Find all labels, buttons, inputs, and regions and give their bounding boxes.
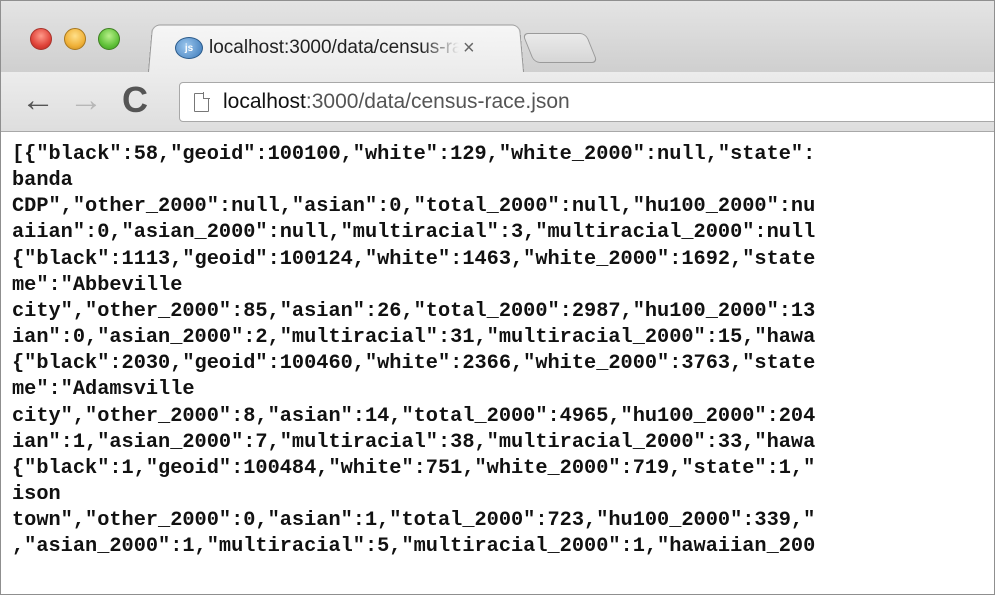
minimize-window-button[interactable] — [64, 28, 86, 50]
json-line: {"black":1113,"geoid":100124,"white":146… — [12, 247, 816, 271]
json-text: [{"black":58,"geoid":100100,"white":129,… — [1, 132, 994, 561]
forward-arrow-icon[interactable]: → — [67, 78, 105, 122]
json-line: town","other_2000":0,"asian":1,"total_20… — [12, 509, 816, 533]
url-host: localhost — [223, 90, 306, 113]
tab-strip: js localhost:3000/data/census-race.json … — [1, 1, 994, 72]
json-line: ian":0,"asian_2000":2,"multiracial":31,"… — [12, 326, 816, 350]
json-line: [{"black":58,"geoid":100100,"white":129,… — [12, 143, 816, 166]
back-arrow-icon[interactable]: ← — [19, 78, 57, 122]
url-path: :3000/data/census-race.json — [305, 90, 570, 113]
json-line: me":"Abbeville — [12, 273, 183, 297]
json-line: me":"Adamsville — [12, 378, 195, 402]
close-window-button[interactable] — [30, 28, 52, 50]
toolbar: ← → C localhost:3000/data/census-race.js… — [1, 72, 994, 132]
address-bar[interactable]: localhost:3000/data/census-race.json — [179, 82, 994, 122]
json-line: ian":1,"asian_2000":7,"multiracial":38,"… — [12, 430, 816, 454]
json-line: {"black":1,"geoid":100484,"white":751,"w… — [12, 456, 816, 480]
url-text[interactable]: localhost:3000/data/census-race.json — [223, 90, 570, 114]
json-line: city","other_2000":8,"asian":14,"total_2… — [12, 404, 816, 428]
zoom-window-button[interactable] — [98, 28, 120, 50]
json-line: CDP","other_2000":null,"asian":0,"total_… — [12, 195, 816, 219]
page-content: [{"black":58,"geoid":100100,"white":129,… — [1, 132, 994, 594]
new-tab-button[interactable] — [521, 33, 599, 63]
json-line: banda — [12, 169, 73, 193]
json-line: ison — [12, 483, 61, 507]
close-icon[interactable]: × — [463, 37, 475, 60]
tab-content: js localhost:3000/data/census-race.json … — [171, 31, 511, 65]
json-line: aiian":0,"asian_2000":null,"multiracial"… — [12, 221, 816, 245]
page-icon — [194, 92, 210, 112]
reload-icon[interactable]: C — [115, 78, 155, 122]
tab-title: localhost:3000/data/census-race.json — [209, 37, 459, 58]
node-icon: js — [175, 37, 203, 59]
json-line: ,"asian_2000":1,"multiracial":5,"multira… — [12, 535, 816, 559]
browser-window: js localhost:3000/data/census-race.json … — [0, 0, 995, 595]
json-line: {"black":2030,"geoid":100460,"white":236… — [12, 352, 816, 376]
json-line: city","other_2000":85,"asian":26,"total_… — [12, 299, 816, 323]
